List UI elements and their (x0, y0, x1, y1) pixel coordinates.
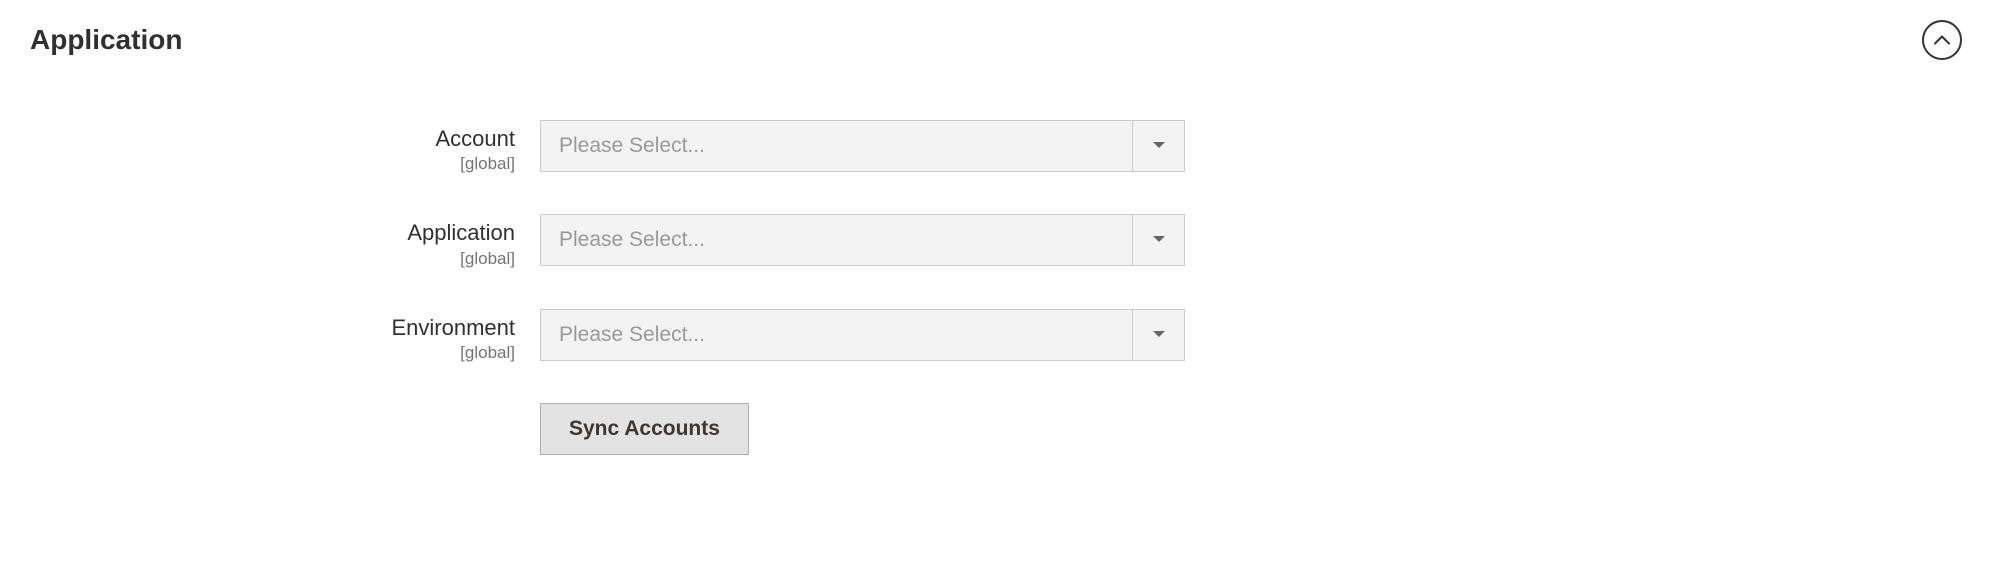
field-label: Account (30, 126, 515, 152)
field-scope: [global] (30, 343, 515, 363)
select-arrow-button[interactable] (1132, 215, 1184, 265)
chevron-up-icon (1934, 33, 1950, 48)
chevron-down-icon (1152, 326, 1166, 344)
select-value[interactable]: Please Select... (541, 310, 1132, 360)
field-label-col: Environment [global] (30, 309, 540, 363)
section-header: Application (30, 20, 1962, 60)
field-control-col: Please Select... (540, 309, 1185, 361)
collapse-button[interactable] (1922, 20, 1962, 60)
field-row-sync: Sync Accounts (30, 403, 1962, 455)
field-scope: [global] (30, 154, 515, 174)
chevron-down-icon (1152, 137, 1166, 155)
field-label-col: Account [global] (30, 120, 540, 174)
chevron-down-icon (1152, 231, 1166, 249)
field-row-application: Application [global] Please Select... (30, 214, 1962, 268)
sync-accounts-button[interactable]: Sync Accounts (540, 403, 749, 455)
field-label: Environment (30, 315, 515, 341)
field-label-col: Application [global] (30, 214, 540, 268)
select-value[interactable]: Please Select... (541, 215, 1132, 265)
field-control-col: Please Select... (540, 214, 1185, 266)
section-title: Application (30, 24, 182, 56)
field-label: Application (30, 220, 515, 246)
select-value[interactable]: Please Select... (541, 121, 1132, 171)
field-control-col: Please Select... (540, 120, 1185, 172)
account-select[interactable]: Please Select... (540, 120, 1185, 172)
application-select[interactable]: Please Select... (540, 214, 1185, 266)
field-row-environment: Environment [global] Please Select... (30, 309, 1962, 363)
select-arrow-button[interactable] (1132, 121, 1184, 171)
select-arrow-button[interactable] (1132, 310, 1184, 360)
field-label-col (30, 403, 540, 409)
field-row-account: Account [global] Please Select... (30, 120, 1962, 174)
field-control-col: Sync Accounts (540, 403, 749, 455)
field-scope: [global] (30, 249, 515, 269)
environment-select[interactable]: Please Select... (540, 309, 1185, 361)
